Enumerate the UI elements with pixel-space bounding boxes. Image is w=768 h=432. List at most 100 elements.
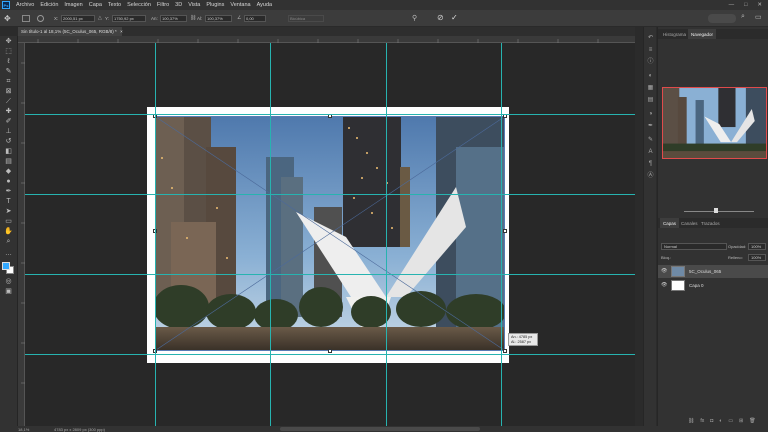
menu-item-archivo[interactable]: Archivo bbox=[13, 2, 37, 8]
layer-style-icon[interactable]: fx bbox=[700, 418, 704, 424]
menu-item-edicion[interactable]: Edición bbox=[37, 2, 61, 8]
menu-item-ayuda[interactable]: Ayuda bbox=[254, 2, 276, 8]
foreground-color-swatch[interactable] bbox=[2, 262, 10, 270]
libraries-panel-icon[interactable]: ▤ bbox=[647, 97, 654, 104]
horizontal-guide[interactable] bbox=[25, 274, 635, 275]
screen-mode-icon[interactable]: ▣ bbox=[3, 288, 14, 296]
brushes-panel-icon[interactable]: ✎ bbox=[647, 137, 654, 144]
swatches-panel-icon[interactable]: ▦ bbox=[647, 85, 654, 92]
search-icon[interactable]: ⌕ bbox=[741, 13, 745, 21]
path-selection-tool-icon[interactable]: ➤ bbox=[3, 208, 14, 216]
gradient-tool-icon[interactable]: ▤ bbox=[3, 158, 14, 166]
menu-item-filtro[interactable]: Filtro bbox=[154, 2, 172, 8]
add-mask-icon[interactable]: ◘ bbox=[710, 418, 713, 424]
vertical-guide[interactable] bbox=[155, 43, 156, 426]
menu-item-seleccion[interactable]: Selección bbox=[124, 2, 154, 8]
navigator-preview[interactable] bbox=[662, 87, 767, 159]
adjustment-layer-icon[interactable]: ◐ bbox=[719, 418, 722, 424]
menu-item-imagen[interactable]: Imagen bbox=[61, 2, 85, 8]
document-tab[interactable]: Sin título-1 al 18,1% (5C_Oculus_065, RG… bbox=[18, 27, 123, 36]
minimize-button[interactable]: — bbox=[729, 2, 735, 8]
vertical-guide[interactable] bbox=[501, 43, 502, 426]
color-panel-icon[interactable]: ◐ bbox=[647, 73, 654, 80]
reference-toggle-icon[interactable] bbox=[37, 15, 44, 22]
eyedropper-tool-icon[interactable]: ⟋ bbox=[3, 98, 14, 106]
horizontal-guide[interactable] bbox=[25, 354, 635, 355]
width-percent-field[interactable]: 100,37% bbox=[160, 15, 187, 22]
history-brush-tool-icon[interactable]: ↺ bbox=[3, 138, 14, 146]
transform-bounding-box[interactable] bbox=[155, 116, 505, 351]
paths-panel-icon[interactable]: ✒ bbox=[647, 123, 654, 130]
navigator-zoom-thumb[interactable] bbox=[714, 208, 718, 213]
link-layers-icon[interactable]: ⛓ bbox=[688, 418, 694, 424]
vertical-guide[interactable] bbox=[270, 43, 271, 426]
angle-field[interactable]: 0,00 bbox=[244, 15, 266, 22]
fill-field[interactable]: 100% bbox=[748, 254, 766, 261]
layer-row[interactable]: 👁 5C_Oculus_065 bbox=[658, 265, 768, 278]
transform-handle-bottom[interactable] bbox=[328, 349, 332, 353]
maximize-button[interactable]: □ bbox=[744, 2, 747, 8]
navigator-zoom-slider[interactable] bbox=[684, 211, 754, 212]
history-panel-icon[interactable]: ↶ bbox=[647, 35, 654, 42]
frame-tool-icon[interactable]: ⊠ bbox=[3, 88, 14, 96]
hand-tool-icon[interactable]: ✋ bbox=[3, 228, 14, 236]
share-button[interactable] bbox=[708, 14, 736, 23]
commit-transform-icon[interactable]: ✓ bbox=[451, 13, 458, 22]
blur-tool-icon[interactable]: ◆ bbox=[3, 168, 14, 176]
close-tab-icon[interactable]: × bbox=[120, 29, 123, 34]
clone-stamp-tool-icon[interactable]: ⊥ bbox=[3, 128, 14, 136]
properties-panel-icon[interactable]: ≡ bbox=[647, 47, 654, 54]
rectangle-tool-icon[interactable]: ▭ bbox=[3, 218, 14, 226]
tab-layers[interactable]: Capas bbox=[660, 218, 680, 228]
transform-handle-right[interactable] bbox=[503, 229, 507, 233]
adjustments-panel-icon[interactable]: ◑ bbox=[647, 111, 654, 118]
type-tool-icon[interactable]: T bbox=[3, 198, 14, 206]
tab-paths[interactable]: Trazados bbox=[698, 218, 723, 228]
blend-mode-select[interactable]: Normal bbox=[661, 243, 727, 250]
opacity-field[interactable]: 100% bbox=[748, 243, 766, 250]
zoom-level[interactable]: 18,1% bbox=[18, 427, 29, 432]
horizontal-ruler[interactable] bbox=[18, 36, 635, 43]
cancel-transform-icon[interactable]: ⊘ bbox=[437, 13, 444, 22]
document-info[interactable]: 4783 px x 2809 px (300 ppp) bbox=[54, 427, 105, 432]
pen-tool-icon[interactable]: ✒ bbox=[3, 188, 14, 196]
group-icon[interactable]: ▭ bbox=[728, 418, 733, 424]
menu-item-plugins[interactable]: Plugins bbox=[203, 2, 227, 8]
delta-icon[interactable]: △ bbox=[98, 15, 102, 21]
move-tool-icon[interactable]: ✥ bbox=[3, 38, 14, 46]
info-panel-icon[interactable]: ⓘ bbox=[647, 59, 654, 66]
reference-point-icon[interactable] bbox=[22, 15, 30, 22]
horizontal-guide[interactable] bbox=[25, 114, 635, 115]
menu-item-ventana[interactable]: Ventana bbox=[227, 2, 253, 8]
visibility-eye-icon[interactable]: 👁 bbox=[661, 268, 667, 274]
crop-tool-icon[interactable]: ⌗ bbox=[3, 78, 14, 86]
character-panel-icon[interactable]: A bbox=[647, 149, 654, 156]
canvas-area[interactable]: An.: 4785 px Al.: 2587 px bbox=[25, 43, 635, 426]
quick-selection-tool-icon[interactable]: ✎ bbox=[3, 68, 14, 76]
close-window-button[interactable]: ✕ bbox=[757, 2, 762, 8]
glyphs-panel-icon[interactable]: Ⓐ bbox=[647, 173, 654, 180]
tab-navigator[interactable]: Navegador bbox=[688, 29, 717, 39]
dodge-tool-icon[interactable]: ● bbox=[3, 178, 14, 186]
vertical-ruler[interactable] bbox=[18, 43, 25, 426]
x-position-field[interactable]: 2000,51 px bbox=[61, 15, 95, 22]
tab-histogram[interactable]: Histograma bbox=[660, 29, 689, 39]
delete-layer-icon[interactable]: 🗑 bbox=[749, 418, 755, 424]
height-percent-field[interactable]: 100,37% bbox=[205, 15, 232, 22]
document-canvas[interactable] bbox=[147, 107, 509, 363]
marquee-tool-icon[interactable]: ⬚ bbox=[3, 48, 14, 56]
layer-row[interactable]: 👁 Capa 0 bbox=[658, 279, 768, 292]
transform-handle-bottom-right[interactable] bbox=[503, 349, 507, 353]
healing-brush-tool-icon[interactable]: ✚ bbox=[3, 108, 14, 116]
quick-mask-icon[interactable]: ◎ bbox=[3, 278, 14, 286]
warp-mode-icon[interactable]: ⚲ bbox=[412, 14, 417, 22]
y-position-field[interactable]: 1750,92 px bbox=[112, 15, 146, 22]
paragraph-panel-icon[interactable]: ¶ bbox=[647, 161, 654, 168]
visibility-eye-icon[interactable]: 👁 bbox=[661, 282, 667, 288]
menu-item-capa[interactable]: Capa bbox=[86, 2, 105, 8]
more-tools-icon[interactable]: … bbox=[3, 250, 14, 258]
zoom-tool-icon[interactable]: ⌕ bbox=[3, 238, 14, 246]
new-layer-icon[interactable]: ⊞ bbox=[739, 418, 743, 424]
move-tool-icon[interactable]: ✥ bbox=[4, 14, 14, 23]
vertical-guide[interactable] bbox=[386, 43, 387, 426]
